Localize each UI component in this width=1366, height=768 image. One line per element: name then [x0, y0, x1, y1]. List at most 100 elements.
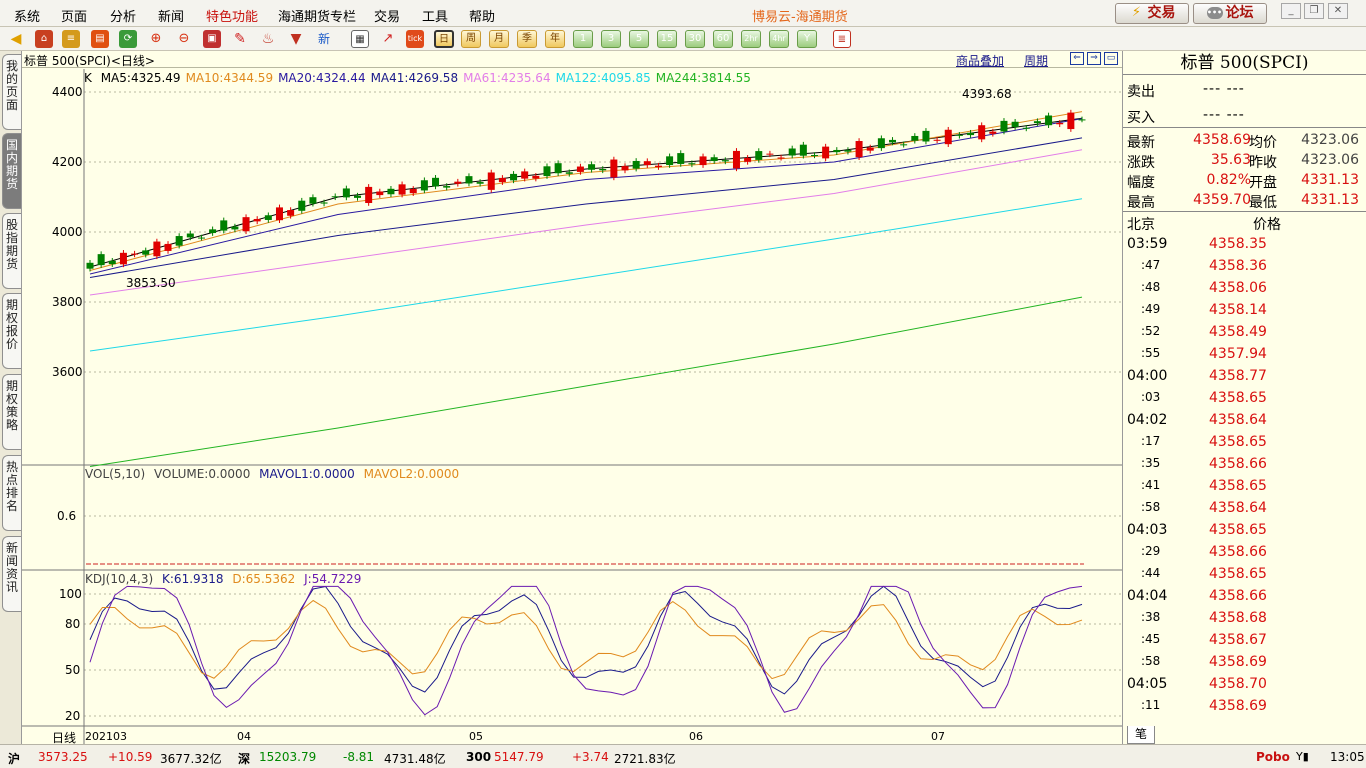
candle-body [432, 177, 440, 187]
kdj-lines [89, 585, 1083, 716]
chart-svg [22, 69, 1122, 744]
forum-button[interactable]: ••• 论坛 [1193, 3, 1267, 24]
filter-icon[interactable]: ▼ [287, 30, 305, 48]
tick-price: 4358.65 [1209, 390, 1267, 406]
menu-analysis[interactable]: 分析 [110, 6, 136, 25]
k-label: K [84, 71, 92, 85]
candle-body [721, 160, 729, 162]
tab-hot-ranking[interactable]: 热点排名 [2, 455, 21, 531]
kdj-k: K:61.9318 [162, 572, 224, 586]
zoom-out-icon[interactable]: ⊖ [175, 30, 193, 48]
tab-option-quotes[interactable]: 期权报价 [2, 293, 21, 369]
y-tick-3800: 3800 [52, 295, 83, 309]
chat-bubble-icon: ••• [1206, 7, 1223, 19]
candle-body [844, 150, 852, 152]
candle-body [1000, 120, 1008, 132]
tick-icon[interactable]: tick [406, 30, 424, 48]
stat-value-prevclose: 4323.06 [1301, 152, 1359, 168]
menu-haitong-column[interactable]: 海通期货专栏 [278, 6, 356, 25]
tab-index-futures[interactable]: 股指期货 [2, 213, 21, 289]
line-chart-icon[interactable]: ↗ [379, 30, 397, 48]
candle-body [699, 156, 707, 166]
minute-1[interactable]: 1 [573, 30, 593, 48]
tick-time: 04:05 [1127, 676, 1168, 692]
tick-time: :49 [1141, 302, 1161, 316]
hour-2[interactable]: 2hr [741, 30, 761, 48]
tick-time: 04:04 [1127, 588, 1168, 604]
back-arrow-icon[interactable]: ◀ [7, 30, 25, 48]
candle-body [86, 262, 94, 269]
sz-amount: 4731.48亿 [384, 752, 446, 766]
tick-price: 4358.77 [1209, 368, 1267, 384]
period-month[interactable]: 月 [489, 30, 509, 48]
menu-bar: 系统 页面 分析 新闻 特色功能 海通期货专栏 交易 工具 帮助 博易云-海通期… [0, 0, 1366, 27]
tab-option-strategy[interactable]: 期权策略 [2, 374, 21, 450]
candle-body [1045, 115, 1053, 126]
candle-body [498, 177, 506, 183]
minute-5[interactable]: 5 [629, 30, 649, 48]
draw-pen-icon[interactable]: ✎ [231, 30, 249, 48]
table-icon[interactable]: ▦ [351, 30, 369, 48]
menu-help[interactable]: 帮助 [469, 6, 495, 25]
tick-time: 04:02 [1127, 412, 1168, 428]
tab-trades[interactable]: 笔 [1127, 726, 1155, 744]
candlesticks [86, 109, 1086, 272]
stat-value-latest: 4358.69 [1193, 132, 1251, 148]
home-icon[interactable]: ⌂ [35, 30, 53, 48]
stat-value-change: 35.63 [1210, 152, 1251, 168]
menu-tools[interactable]: 工具 [422, 6, 448, 25]
kdj-line-d [89, 599, 1083, 680]
windows-icon[interactable]: ▣ [203, 30, 221, 48]
minute-30[interactable]: 30 [685, 30, 705, 48]
close-icon[interactable]: ✕ [1328, 3, 1348, 19]
new-icon[interactable]: 新 [315, 30, 333, 48]
period-custom[interactable]: Y [797, 30, 817, 48]
chart-book-icon[interactable]: ▤ [91, 30, 109, 48]
menu-system[interactable]: 系统 [14, 6, 40, 25]
forum-button-label: 论坛 [1225, 5, 1254, 21]
c300-change: +3.74 [572, 750, 609, 764]
tab-my-page[interactable]: 我的页面 [2, 54, 21, 130]
tick-time: :58 [1141, 500, 1161, 514]
hour-4[interactable]: 4hr [769, 30, 789, 48]
candle-body [275, 207, 283, 221]
tick-time: :11 [1141, 698, 1161, 712]
candle-body [1011, 121, 1019, 128]
candle-body [978, 125, 986, 140]
menu-trade[interactable]: 交易 [374, 6, 400, 25]
candle-body [342, 188, 350, 198]
tab-domestic-futures[interactable]: 国内期货 [2, 133, 21, 209]
chart-area[interactable]: 标普 500(SPCI)<日线> 商品叠加 周期 ⇐ ⇒ ▭ K MA5:432… [22, 51, 1122, 745]
tab-news[interactable]: 新闻资讯 [2, 536, 21, 612]
period-season[interactable]: 季 [517, 30, 537, 48]
tick-price: 4358.35 [1209, 236, 1267, 252]
kdj-tick-80: 80 [65, 617, 81, 631]
restore-icon[interactable]: ❐ [1304, 3, 1324, 19]
period-year[interactable]: 年 [545, 30, 565, 48]
database-icon[interactable]: ≡ [62, 30, 80, 48]
minute-60[interactable]: 60 [713, 30, 733, 48]
ma-legend-item: MA122:4095.85 [555, 71, 651, 85]
kdj-tick-20: 20 [65, 709, 81, 723]
tick-price: 4358.66 [1209, 588, 1267, 604]
trade-button[interactable]: ⚡ 交易 [1115, 3, 1189, 24]
candle-body [666, 156, 674, 166]
indicator-icon[interactable]: ♨ [259, 30, 277, 48]
minute-3[interactable]: 3 [601, 30, 621, 48]
menu-page[interactable]: 页面 [61, 6, 87, 25]
tick-price: 4358.36 [1209, 258, 1267, 274]
period-day[interactable]: 日 [434, 30, 454, 48]
candle-body [900, 144, 908, 146]
candle-body [387, 188, 395, 195]
period-week[interactable]: 周 [461, 30, 481, 48]
refresh-icon[interactable]: ⟳ [119, 30, 137, 48]
menu-news[interactable]: 新闻 [158, 6, 184, 25]
list-icon[interactable]: ≣ [833, 30, 851, 48]
minimize-icon[interactable]: _ [1281, 3, 1301, 19]
minute-15[interactable]: 15 [657, 30, 677, 48]
ma-legend-item: MA10:4344.59 [185, 71, 274, 85]
y-tick-4200: 4200 [52, 155, 83, 169]
zoom-in-icon[interactable]: ⊕ [147, 30, 165, 48]
sh-name: 沪 [8, 752, 21, 766]
menu-features[interactable]: 特色功能 [206, 6, 258, 25]
